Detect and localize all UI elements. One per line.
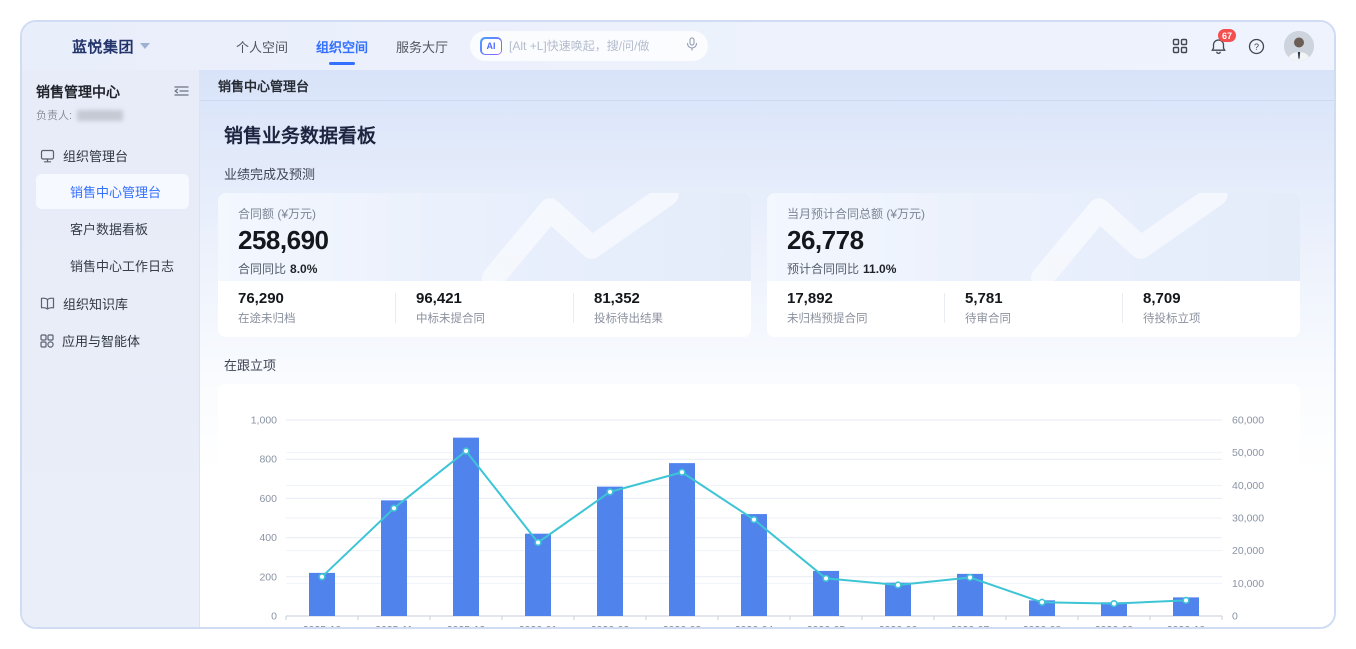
sidebar-title: 销售管理中心 [36,82,120,102]
svg-text:20,000: 20,000 [1232,545,1264,557]
nav-service-hall[interactable]: 服务大厅 [396,31,448,62]
contract-substats: 76,290 在途未归档 96,421 中标未提合同 81,352 投标待出结果 [218,281,751,337]
svg-text:2025-12: 2025-12 [447,624,486,629]
sidebar-item-label: 组织知识库 [63,294,128,313]
kpi-value: 26,778 [787,225,1280,256]
stat-item: 8,709 待投标立项 [1123,290,1300,326]
svg-text:2026-04: 2026-04 [735,624,774,629]
apps-icon [40,334,54,348]
primary-nav: 个人空间 组织空间 服务大厅 [236,31,448,62]
sidebar-item-sales-console[interactable]: 销售中心管理台 [36,174,189,209]
svg-text:2026-05: 2026-05 [807,624,846,629]
forecast-substats: 17,892 未归档预提合同 5,781 待审合同 8,709 待投标立项 [767,281,1300,337]
sidebar-item-label: 应用与智能体 [62,331,140,350]
ai-search-bar[interactable]: AI [470,31,708,61]
svg-text:40,000: 40,000 [1232,480,1264,492]
bell-icon[interactable]: 67 [1208,36,1228,56]
section-projects-title: 在跟立项 [224,355,1334,374]
nav-org-space[interactable]: 组织空间 [316,31,368,62]
kpi-yoy: 合同同比8.0% [238,260,731,277]
org-switcher[interactable]: 蓝悦集团 [22,36,200,57]
nav-personal-space[interactable]: 个人空间 [236,31,288,62]
stat-item: 17,892 未归档预提合同 [767,290,944,326]
book-icon [40,297,55,310]
kpi-label: 当月预计合同总额 (¥万元) [787,205,1280,222]
svg-text:2026-09: 2026-09 [1095,624,1134,629]
stat-item: 96,421 中标未提合同 [396,290,573,326]
kpi-yoy: 预计合同同比11.0% [787,260,1280,277]
chevron-down-icon [140,43,150,49]
kpi-row: 合同额 (¥万元) 258,690 合同同比8.0% 76,290 在途未归档 … [218,193,1300,337]
svg-text:800: 800 [259,454,277,466]
stat-item: 5,781 待审合同 [945,290,1122,326]
sidebar-item-customer-dashboard[interactable]: 客户数据看板 [36,211,189,246]
sidebar-menu: 组织管理台 销售中心管理台 客户数据看板 销售中心工作日志 组织知识库 应用与智… [36,139,189,359]
topbar-actions: 67 ? [1170,31,1314,61]
sidebar-item-work-log[interactable]: 销售中心工作日志 [36,248,189,283]
stat-item: 76,290 在途未归档 [218,290,395,326]
svg-text:10,000: 10,000 [1232,578,1264,590]
stat-item: 81,352 投标待出结果 [574,290,751,326]
svg-text:2026-10: 2026-10 [1167,624,1206,629]
svg-text:600: 600 [259,493,277,505]
org-name: 蓝悦集团 [72,36,134,57]
microphone-icon[interactable] [686,37,698,56]
svg-text:50,000: 50,000 [1232,447,1264,459]
svg-text:0: 0 [1232,611,1238,623]
svg-text:200: 200 [259,571,277,583]
forecast-kpi-card: 当月预计合同总额 (¥万元) 26,778 预计合同同比11.0% [767,193,1300,281]
page-title: 销售业务数据看板 [224,121,1334,148]
svg-text:0: 0 [271,611,277,623]
avatar[interactable] [1284,31,1314,61]
svg-text:2026-01: 2026-01 [519,624,558,629]
svg-text:30,000: 30,000 [1232,513,1264,525]
kpi-label: 合同额 (¥万元) [238,205,731,222]
svg-text:?: ? [1253,42,1258,52]
help-icon[interactable]: ? [1246,36,1266,56]
svg-text:2026-08: 2026-08 [1023,624,1062,629]
sidebar-item-knowledge-base[interactable]: 组织知识库 [36,285,189,322]
sidebar: 销售管理中心 负责人: 组织管理台 销售中心管理台 客户数据看板 销售中心工作日… [22,70,200,629]
kpi-value: 258,690 [238,225,731,256]
svg-text:2026-06: 2026-06 [879,624,918,629]
projects-chart-card: 0 200 400 600 800 1,000 0 10,000 20,000 30,000 40,… [218,384,1300,629]
section-performance-title: 业绩完成及预测 [224,164,1334,183]
topbar: 蓝悦集团 个人空间 组织空间 服务大厅 AI 67 ? [22,22,1334,70]
svg-text:2026-07: 2026-07 [951,624,990,629]
owner-label: 负责人: [36,107,72,123]
app-window: 蓝悦集团 个人空间 组织空间 服务大厅 AI 67 ? [20,20,1336,629]
monitor-icon [40,149,55,163]
svg-text:2026-03: 2026-03 [663,624,702,629]
sidebar-item-org-console[interactable]: 组织管理台 [36,139,189,172]
contract-kpi-panel: 合同额 (¥万元) 258,690 合同同比8.0% 76,290 在途未归档 … [218,193,751,337]
svg-text:2025-11: 2025-11 [375,624,413,629]
svg-text:60,000: 60,000 [1232,415,1264,427]
collapse-sidebar-icon[interactable] [174,84,189,102]
svg-text:2026-02: 2026-02 [591,624,630,629]
svg-text:2025-10: 2025-10 [303,624,342,629]
svg-text:400: 400 [259,532,277,544]
sidebar-item-apps-agents[interactable]: 应用与智能体 [36,322,189,359]
sidebar-group-label: 组织管理台 [63,146,128,165]
owner-name-redacted [77,110,123,121]
search-input[interactable] [509,39,679,53]
svg-text:1,000: 1,000 [251,415,277,427]
breadcrumb: 销售中心管理台 [200,70,1334,101]
notification-badge: 67 [1218,29,1236,42]
apps-grid-icon[interactable] [1170,36,1190,56]
main-content: 销售中心管理台 销售业务数据看板 业绩完成及预测 合同额 (¥万元) 258,6… [200,70,1334,629]
contract-kpi-card: 合同额 (¥万元) 258,690 合同同比8.0% [218,193,751,281]
forecast-kpi-panel: 当月预计合同总额 (¥万元) 26,778 预计合同同比11.0% 17,892… [767,193,1300,337]
chart-canvas[interactable]: 0 200 400 600 800 1,000 0 10,000 20,000 30,000 40,… [236,410,1282,629]
ai-icon: AI [480,37,502,55]
